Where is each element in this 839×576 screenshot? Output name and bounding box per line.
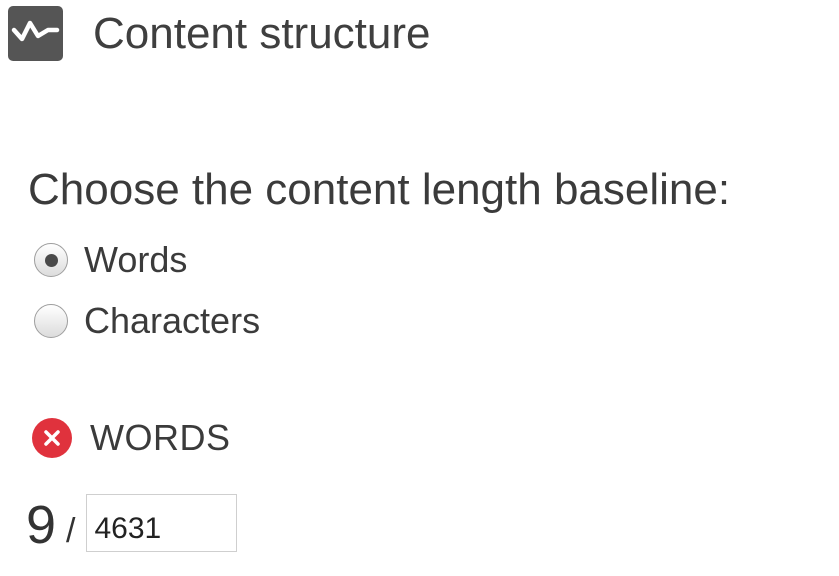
radio-option-characters[interactable]: Characters <box>34 303 260 339</box>
word-count: 9 / <box>26 494 237 552</box>
words-status: WORDS <box>32 418 231 458</box>
error-x-icon <box>32 418 72 458</box>
radio-label-characters[interactable]: Characters <box>84 303 260 339</box>
section-header: Content structure <box>8 6 431 61</box>
radio-button-words[interactable] <box>34 243 68 277</box>
current-count: 9 <box>26 495 57 555</box>
baseline-prompt: Choose the content length baseline: <box>28 165 731 214</box>
target-count-input[interactable] <box>85 494 237 552</box>
status-label: WORDS <box>90 417 231 458</box>
radio-button-characters[interactable] <box>34 304 68 338</box>
radio-option-words[interactable]: Words <box>34 242 187 278</box>
count-separator: / <box>66 512 76 550</box>
radio-label-words[interactable]: Words <box>84 242 187 278</box>
section-title: Content structure <box>93 8 431 58</box>
radio-selected-dot <box>44 253 58 267</box>
pulse-chart-icon <box>8 6 63 61</box>
